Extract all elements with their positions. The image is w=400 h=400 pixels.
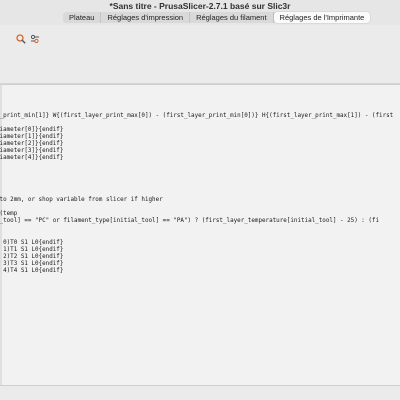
tab-bar: Plateau Réglages d'impression Réglages d…: [0, 11, 400, 25]
tab-plateau[interactable]: Plateau: [63, 12, 102, 23]
tab-printer-settings[interactable]: Réglages de l'Imprimante: [273, 12, 371, 23]
code-line: diameter[2]}{endif}: [0, 141, 64, 148]
tab-group: Plateau Réglages d'impression Réglages d…: [63, 12, 371, 23]
code-line: diameter[0]}{endif}: [0, 127, 64, 134]
code-line: (temp: [0, 211, 18, 218]
toolbar: [0, 25, 400, 84]
code-line: r_print_min[1]} W{(first_layer_print_max…: [0, 113, 394, 119]
tab-print-settings[interactable]: Réglages d'impression: [101, 12, 191, 23]
sliders-icon[interactable]: [30, 31, 40, 44]
tab-filament-settings[interactable]: Réglages du filament: [190, 12, 274, 23]
custom-gcode-editor[interactable]: r_print_min[1]} W{(first_layer_print_max…: [0, 84, 400, 386]
code-line: diameter[3]}{endif}: [0, 148, 64, 155]
code-line: = 2)T2 S1 L0{endif}: [0, 253, 64, 260]
code-line: to 2mm, or shop variable from slicer if …: [0, 197, 163, 204]
code-line: = 3)T3 S1 L0{endif}: [0, 260, 64, 267]
status-bar: [0, 386, 400, 400]
code-line: diameter[4]}{endif}: [0, 155, 64, 162]
code-line: = 1)T1 S1 L0{endif}: [0, 246, 64, 253]
code-line: = 0)T0 S1 L0{endif}: [0, 239, 64, 246]
code-line: = 4)T4 S1 L0{endif}: [0, 267, 64, 274]
code-line: diameter[1]}{endif}: [0, 134, 64, 141]
code-line: l_tool] == "PC" or filament_type[initial…: [0, 218, 380, 225]
search-icon[interactable]: [16, 31, 26, 44]
